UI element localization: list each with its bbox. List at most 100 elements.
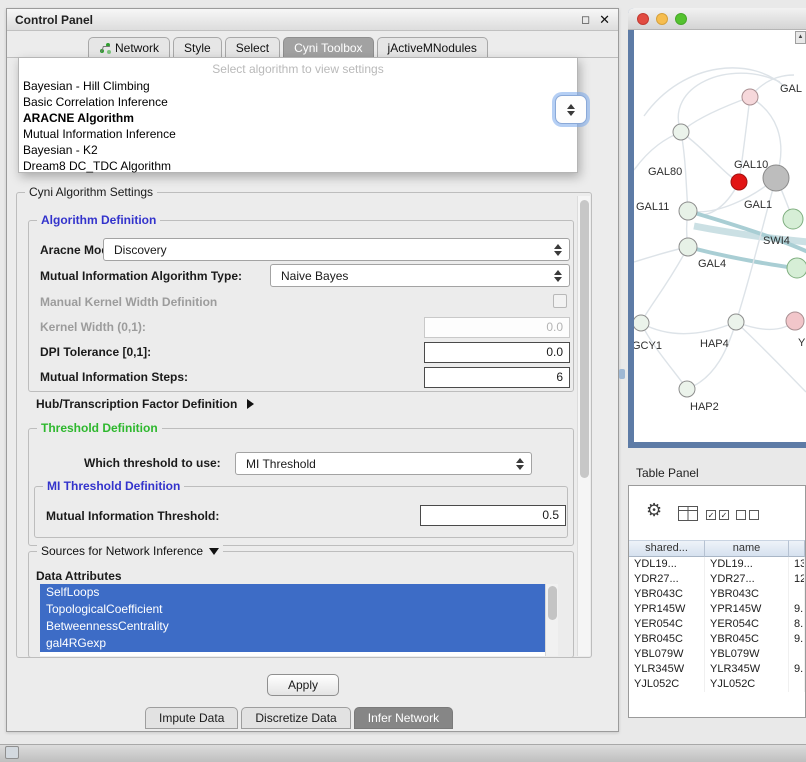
tab-select[interactable]: Select: [225, 37, 280, 58]
network-node-top-pink[interactable]: [742, 89, 758, 105]
minimize-traffic-light[interactable]: [656, 13, 668, 25]
close-traffic-light[interactable]: [637, 13, 649, 25]
scrollbar-thumb[interactable]: [548, 586, 557, 620]
manual-kernel-width-checkbox[interactable]: [553, 294, 567, 308]
table-row[interactable]: YJL052CYJL052C: [629, 677, 805, 692]
canvas-scroll-up-button[interactable]: ▲: [795, 31, 806, 44]
network-node-gal1[interactable]: [783, 209, 803, 229]
tab-network[interactable]: Network: [88, 37, 170, 58]
cell: YBR045C: [629, 632, 705, 647]
which-threshold-combobox[interactable]: MI Threshold: [235, 452, 532, 475]
bottom-tab-discretize-data[interactable]: Discretize Data: [241, 707, 350, 729]
network-window-titlebar[interactable]: [628, 8, 806, 30]
network-canvas[interactable]: GALGAL80GAL10GAL11GAL1SWI4GAL4GCY1HAP4HA…: [634, 30, 806, 442]
network-node-gal10[interactable]: [731, 174, 747, 190]
table-row[interactable]: YBL079WYBL079W: [629, 647, 805, 662]
control-panel-titlebar[interactable]: Control Panel ◻ ✕: [7, 9, 618, 31]
attribute-item-betweennesscentrality[interactable]: BetweennessCentrality: [40, 618, 545, 635]
column-header-extra[interactable]: [789, 540, 805, 557]
attribute-item-topologicalcoefficient[interactable]: TopologicalCoefficient: [40, 601, 545, 618]
apply-button[interactable]: Apply: [267, 674, 339, 696]
table-row[interactable]: YDL19...YDL19...13: [629, 557, 805, 572]
cell: YDR27...: [705, 572, 789, 587]
cell: YBR045C: [705, 632, 789, 647]
node-label-gal: GAL: [780, 83, 802, 95]
collapse-down-icon[interactable]: [209, 548, 219, 555]
table-row[interactable]: YPR145WYPR145W9.: [629, 602, 805, 617]
kernel-width-field[interactable]: 0.0: [424, 317, 570, 338]
cell: 9.: [789, 632, 805, 647]
algorithm-option-aracne-algorithm[interactable]: ARACNE Algorithm: [19, 110, 577, 126]
network-node-swi4[interactable]: [787, 258, 806, 278]
network-node-gal4[interactable]: [679, 238, 697, 256]
column-selector-icon[interactable]: [678, 506, 698, 524]
network-node-gal11[interactable]: [679, 202, 697, 220]
settings-scrollbar[interactable]: [577, 196, 590, 656]
desktop: Control Panel ◻ ✕ NetworkStyle Select Cyni…: [0, 0, 806, 762]
attribute-list-scrollbar[interactable]: [545, 584, 558, 656]
algorithm-option-basic-correlation-inference[interactable]: Basic Correlation Inference: [19, 94, 577, 110]
cell: [789, 587, 805, 602]
attribute-item-gal4rgexp[interactable]: gal4RGexp: [40, 635, 545, 652]
cell: YLR345W: [629, 662, 705, 677]
close-icon[interactable]: ✕: [599, 12, 610, 28]
mi-steps-field[interactable]: 6: [424, 367, 570, 388]
splitter-handle[interactable]: [619, 369, 625, 379]
up-arrow-icon: [567, 104, 575, 109]
cell: YER054C: [705, 617, 789, 632]
table-row[interactable]: YDR27...YDR27...12: [629, 572, 805, 587]
deselect-all-rows-icon[interactable]: [736, 510, 759, 520]
bottom-tab-impute-data[interactable]: Impute Data: [145, 707, 238, 729]
attribute-item-selfloops[interactable]: SelfLoops: [40, 584, 545, 601]
sources-title-row[interactable]: Sources for Network Inference: [37, 544, 223, 558]
network-node-gal80[interactable]: [673, 124, 689, 140]
scrollbar-thumb[interactable]: [580, 200, 589, 478]
hub-section-label: Hub/Transcription Factor Definition: [36, 397, 237, 411]
network-node-hap4[interactable]: [728, 314, 744, 330]
dpi-tolerance-field[interactable]: 0.0: [424, 342, 570, 363]
mi-threshold-field[interactable]: 0.5: [420, 505, 566, 526]
window-title: Control Panel: [15, 13, 572, 27]
cell: YDR27...: [629, 572, 705, 587]
attribute-list[interactable]: SelfLoopsTopologicalCoefficientBetweenne…: [40, 584, 558, 656]
panel-corner-icon[interactable]: [5, 746, 19, 759]
combo-value: MI Threshold: [246, 457, 516, 471]
algorithm-option-dream8-dc-tdc-algorithm[interactable]: Dream8 DC_TDC Algorithm: [19, 158, 577, 174]
algorithm-combobox-stepper[interactable]: [555, 95, 587, 124]
zoom-traffic-light[interactable]: [675, 13, 687, 25]
column-header-shared[interactable]: shared...: [629, 540, 705, 557]
table-row[interactable]: YLR345WYLR345W9.: [629, 662, 805, 677]
network-node-right-pink[interactable]: [786, 312, 804, 330]
expand-right-icon[interactable]: [247, 399, 254, 409]
node-label-gal10: GAL10: [734, 159, 768, 171]
select-all-rows-icon[interactable]: ✓ ✓: [706, 510, 729, 520]
node-label-gcy1: GCY1: [634, 340, 662, 352]
gear-icon[interactable]: ⚙: [646, 501, 662, 519]
float-window-icon[interactable]: ◻: [581, 13, 590, 26]
cell: YPR145W: [705, 602, 789, 617]
node-label-hap4: HAP4: [700, 338, 729, 350]
bottom-tab-infer-network[interactable]: Infer Network: [354, 707, 453, 729]
aracne-mode-combobox[interactable]: Discovery: [103, 238, 570, 261]
network-node-gcy1[interactable]: [634, 315, 649, 331]
dropdown-placeholder: Select algorithm to view settings: [19, 60, 577, 78]
network-node-hap2[interactable]: [679, 381, 695, 397]
cell: YDL19...: [629, 557, 705, 572]
algorithm-option-mutual-information-inference[interactable]: Mutual Information Inference: [19, 126, 577, 142]
network-graph[interactable]: GALGAL80GAL10GAL11GAL1SWI4GAL4GCY1HAP4HA…: [634, 30, 806, 442]
cell: YJL052C: [705, 677, 789, 692]
tab-style[interactable]: Style: [173, 37, 222, 58]
tab-cyni-toolbox[interactable]: Cyni Toolbox: [283, 37, 373, 58]
tab-jactivemnodules[interactable]: jActiveMNodules: [377, 37, 488, 58]
table-row[interactable]: YER054CYER054C8.: [629, 617, 805, 632]
algorithm-option-list: Bayesian - Hill ClimbingBasic Correlatio…: [19, 78, 577, 174]
hub-transcription-factor-section[interactable]: Hub/Transcription Factor Definition: [36, 397, 254, 411]
table-header-row: shared...name: [629, 540, 805, 557]
table-row[interactable]: YBR043CYBR043C: [629, 587, 805, 602]
algorithm-option-bayesian-hill-climbing[interactable]: Bayesian - Hill Climbing: [19, 78, 577, 94]
mi-algorithm-type-combobox[interactable]: Naive Bayes: [270, 264, 570, 287]
tab-label: Select: [236, 41, 269, 55]
column-header-name[interactable]: name: [705, 540, 789, 557]
algorithm-option-bayesian-k2[interactable]: Bayesian - K2: [19, 142, 577, 158]
table-row[interactable]: YBR045CYBR045C9.: [629, 632, 805, 647]
